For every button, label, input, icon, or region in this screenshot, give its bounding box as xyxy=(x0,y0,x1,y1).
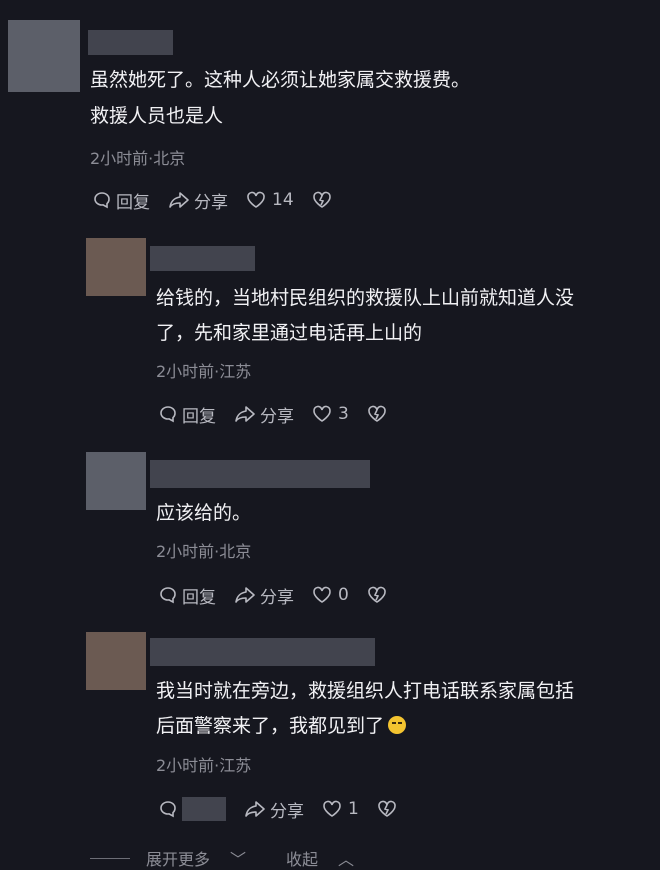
share-icon xyxy=(235,406,255,422)
comment-text: 虽然她死了。这种人必须让她家属交救援费。 xyxy=(90,69,471,91)
like-count: 14 xyxy=(272,190,294,210)
reply-label-redacted xyxy=(182,797,226,821)
chevron-down-icon: ﹀ xyxy=(230,850,247,869)
reply-label: 回复 xyxy=(182,587,216,608)
comment-text: 我当时就在旁边，救援组织人打电话联系家属包括 xyxy=(156,680,575,702)
comment-text: 给钱的，当地村民组织的救援队上山前就知道人没 xyxy=(156,287,575,309)
like-button[interactable]: 1 xyxy=(322,799,359,819)
comment-text: 应该给的。 xyxy=(156,502,252,524)
collapse-label: 收起 xyxy=(286,850,319,869)
username[interactable] xyxy=(88,30,173,55)
like-button[interactable]: 0 xyxy=(312,585,349,605)
username[interactable] xyxy=(150,460,370,488)
collapse-button[interactable]: 收起 ︿ xyxy=(286,846,374,870)
comment-meta: 2小时前·江苏 xyxy=(156,756,252,775)
dislike-button[interactable] xyxy=(377,799,401,819)
like-icon xyxy=(247,191,265,208)
avatar[interactable] xyxy=(8,20,80,92)
share-icon xyxy=(235,587,255,603)
comment-text: 救援人员也是人 xyxy=(90,105,224,127)
share-button[interactable]: 分享 xyxy=(168,188,228,213)
comment-text: 了，先和家里通过电话再上山的 xyxy=(156,322,423,344)
comment-meta: 2小时前·北京 xyxy=(156,542,252,561)
expand-more-label: 展开更多 xyxy=(146,850,211,869)
like-count: 3 xyxy=(338,404,349,424)
expand-more-button[interactable]: 展开更多 ﹀ xyxy=(146,846,266,870)
reply-icon xyxy=(160,587,176,604)
divider xyxy=(90,857,130,859)
avatar[interactable] xyxy=(86,452,146,510)
thread-footer: 展开更多 ﹀ 收起 ︿ xyxy=(90,846,394,870)
comment-actions: 回复 分享 3 xyxy=(158,402,409,427)
dislike-button[interactable] xyxy=(367,404,391,424)
like-icon xyxy=(313,405,331,422)
reply-label: 回复 xyxy=(116,192,150,213)
share-label: 分享 xyxy=(260,406,294,427)
reply-icon xyxy=(160,406,176,423)
reply-button[interactable]: 回复 xyxy=(158,583,216,608)
like-count: 0 xyxy=(338,585,349,605)
share-icon xyxy=(169,192,189,208)
like-button[interactable]: 14 xyxy=(246,190,294,210)
reply-button[interactable]: 回复 xyxy=(158,402,216,427)
like-icon xyxy=(323,800,341,817)
comment-meta: 2小时前·江苏 xyxy=(156,362,252,381)
comment-meta: 2小时前·北京 xyxy=(90,149,186,168)
avatar[interactable] xyxy=(86,238,146,296)
username[interactable] xyxy=(150,638,375,666)
dislike-button[interactable] xyxy=(367,585,391,605)
reply-icon xyxy=(94,192,110,209)
comment-actions: 分享 1 xyxy=(158,797,419,822)
comment-actions: 回复 分享 14 xyxy=(92,188,354,213)
comment-text-line: 后面警察来了，我都见到了 xyxy=(156,715,385,737)
like-icon xyxy=(313,586,331,603)
dislike-icon xyxy=(378,800,396,817)
share-label: 分享 xyxy=(194,192,228,213)
like-button[interactable]: 3 xyxy=(312,404,349,424)
username[interactable] xyxy=(150,246,255,271)
chevron-up-icon: ︿ xyxy=(338,850,355,869)
reply-button[interactable]: 回复 xyxy=(92,188,150,213)
reply-button[interactable] xyxy=(158,797,226,821)
dislike-icon xyxy=(368,405,386,422)
share-label: 分享 xyxy=(270,801,304,822)
dislike-icon xyxy=(312,191,331,208)
like-count: 1 xyxy=(348,799,359,819)
share-button[interactable]: 分享 xyxy=(234,583,294,608)
share-label: 分享 xyxy=(260,587,294,608)
share-button[interactable]: 分享 xyxy=(244,797,304,822)
crying-laughing-emoji-icon xyxy=(388,716,407,734)
comment-actions: 回复 分享 0 xyxy=(158,583,409,608)
comment-text: 后面警察来了，我都见到了 xyxy=(156,708,407,744)
reply-label: 回复 xyxy=(182,406,216,427)
share-icon xyxy=(245,801,265,817)
reply-icon xyxy=(160,801,176,818)
avatar[interactable] xyxy=(86,632,146,690)
dislike-button[interactable] xyxy=(312,190,336,210)
share-button[interactable]: 分享 xyxy=(234,402,294,427)
dislike-icon xyxy=(368,586,386,603)
